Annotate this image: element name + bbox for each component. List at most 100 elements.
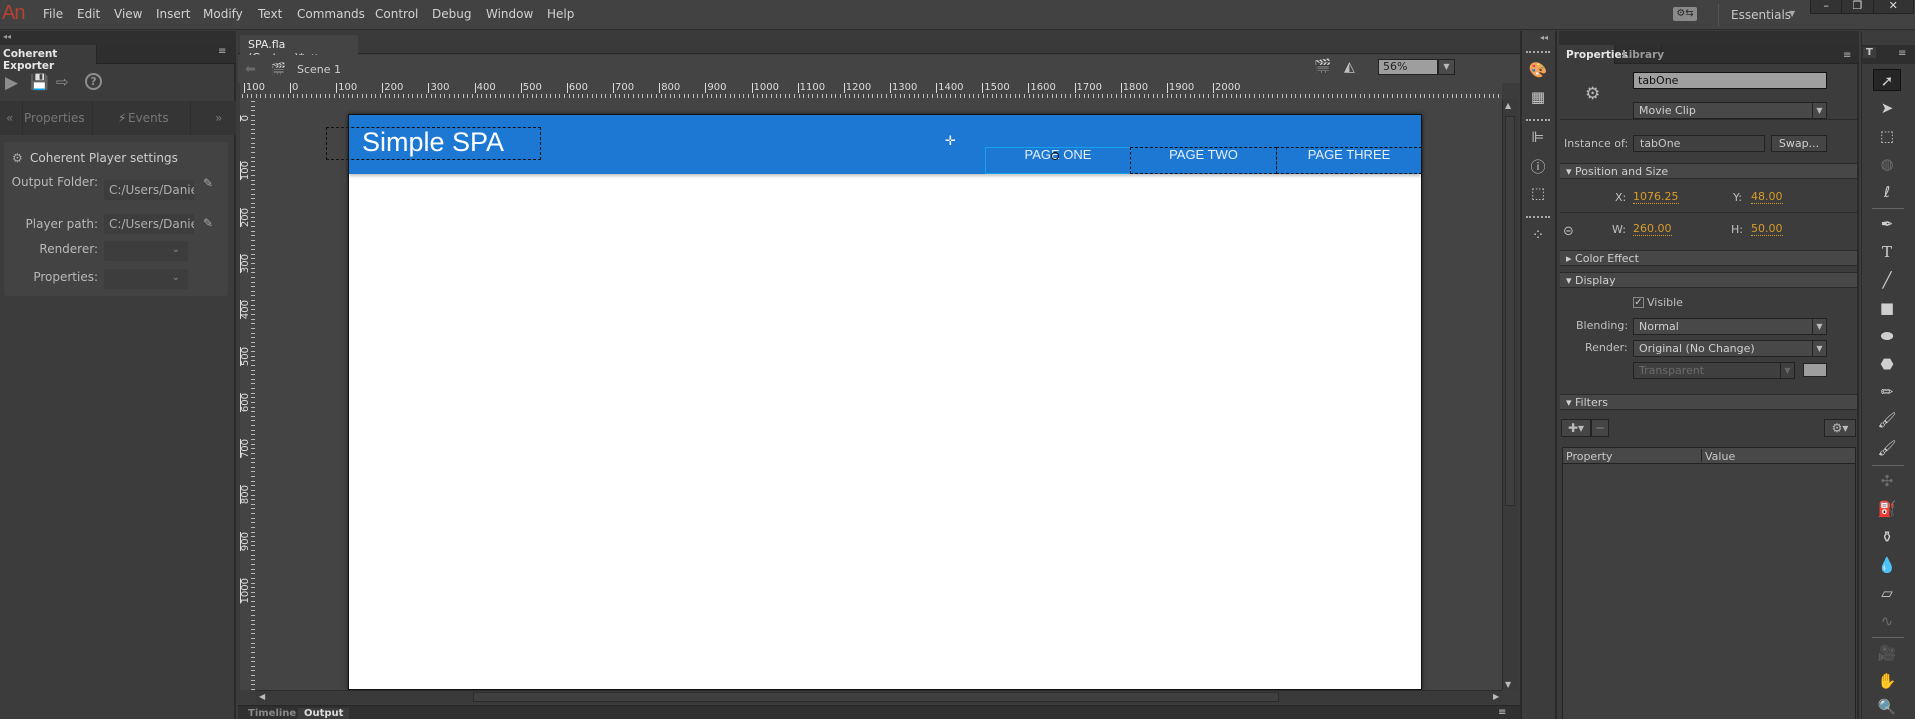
eraser-tool[interactable]: ▱ bbox=[1873, 582, 1901, 604]
subtab-next-button[interactable]: » bbox=[215, 111, 222, 125]
swatches-icon[interactable]: ▦ bbox=[1527, 88, 1549, 106]
zoom-input[interactable]: 56% bbox=[1378, 59, 1438, 75]
minimize-button[interactable]: – bbox=[1811, 0, 1843, 13]
close-button[interactable]: ✕ bbox=[1874, 0, 1913, 13]
panel-menu-icon[interactable]: ≡ bbox=[1898, 48, 1906, 59]
horizontal-scroll-thumb[interactable] bbox=[473, 692, 1279, 702]
filter-options-button[interactable]: ⚙▾ bbox=[1824, 419, 1856, 437]
y-value[interactable]: 48.00 bbox=[1751, 191, 1783, 204]
menu-edit[interactable]: Edit bbox=[77, 7, 100, 21]
transform-point-icon[interactable] bbox=[1051, 152, 1059, 160]
restore-button[interactable]: ❐ bbox=[1842, 0, 1874, 13]
stage-tab-page-three[interactable]: PAGE THREE bbox=[1276, 147, 1422, 174]
subselection-tool[interactable]: ➤ bbox=[1873, 97, 1901, 119]
menu-insert[interactable]: Insert bbox=[156, 7, 190, 21]
edit-icon[interactable]: ✎ bbox=[203, 216, 213, 230]
subtab-prev-button[interactable]: « bbox=[6, 111, 13, 125]
scroll-right-icon[interactable]: ▶ bbox=[1493, 692, 1499, 701]
stage-title-text[interactable]: Simple SPA bbox=[362, 127, 504, 158]
tools-tab[interactable]: T bbox=[1863, 47, 1876, 58]
collapse-panel-button[interactable]: ◂◂ bbox=[0, 31, 236, 45]
oval-tool[interactable]: ⬬ bbox=[1873, 325, 1901, 347]
column-value[interactable]: Value bbox=[1705, 450, 1735, 463]
h-value[interactable]: 50.00 bbox=[1751, 223, 1783, 236]
panel-menu-icon[interactable]: ≡ bbox=[1498, 707, 1506, 718]
document-tab[interactable]: SPA.fla (Custom)*✖ bbox=[240, 35, 358, 64]
brush-tool[interactable]: 🖌 bbox=[1873, 437, 1901, 459]
edit-scene-icon[interactable]: 🎬 bbox=[1314, 59, 1331, 75]
renderer-select[interactable]: ⌄ bbox=[104, 241, 188, 261]
back-arrow-icon[interactable]: ⬅ bbox=[245, 62, 256, 77]
help-icon[interactable]: ? bbox=[85, 73, 102, 90]
menu-debug[interactable]: Debug bbox=[432, 7, 471, 21]
stage[interactable] bbox=[348, 114, 1422, 690]
transform-icon[interactable]: ⬚ bbox=[1527, 184, 1549, 202]
info-icon[interactable]: ⓘ bbox=[1527, 156, 1549, 177]
subtab-events[interactable]: Events bbox=[128, 111, 169, 125]
export-icon[interactable]: ⇨ bbox=[56, 73, 69, 91]
collapse-strip-icon[interactable]: ◂◂ bbox=[1540, 33, 1548, 42]
grip-handle[interactable] bbox=[1526, 51, 1550, 54]
tab-coherent-exporter[interactable]: Coherent Exporter bbox=[0, 45, 97, 72]
tab-properties[interactable]: Properties bbox=[1559, 45, 1628, 64]
column-property[interactable]: Property bbox=[1566, 450, 1613, 463]
paint-bucket-tool[interactable]: ⛽ bbox=[1873, 498, 1901, 520]
align-icon[interactable]: ⊫ bbox=[1527, 128, 1549, 146]
panel-menu-icon[interactable]: ≡ bbox=[218, 47, 226, 57]
color-effect-section[interactable]: ▸ Color Effect bbox=[1560, 250, 1857, 266]
properties-select[interactable]: ⌄ bbox=[104, 269, 188, 289]
rectangle-tool[interactable]: ■ bbox=[1873, 297, 1901, 319]
blending-select[interactable]: Normal ▼ bbox=[1633, 318, 1827, 335]
save-icon[interactable]: 💾 bbox=[30, 73, 49, 91]
workspace-switcher[interactable]: Essentials bbox=[1731, 8, 1791, 22]
selection-tool[interactable]: ➚ bbox=[1873, 69, 1901, 91]
motion-presets-icon[interactable]: ⁘ bbox=[1527, 226, 1549, 244]
panel-menu-icon[interactable]: ≡ bbox=[1843, 50, 1851, 61]
tab-library[interactable]: Library bbox=[1614, 45, 1664, 64]
color-palette-icon[interactable]: 🎨 bbox=[1527, 61, 1549, 79]
ink-bottle-tool[interactable]: ⚱ bbox=[1873, 526, 1901, 548]
tab-output[interactable]: Output bbox=[298, 708, 350, 719]
render-select[interactable]: Original (No Change) ▼ bbox=[1633, 340, 1827, 357]
menu-text[interactable]: Text bbox=[258, 7, 282, 21]
play-icon[interactable]: ▶ bbox=[5, 73, 18, 93]
grip-handle[interactable] bbox=[1526, 216, 1550, 219]
w-value[interactable]: 260.00 bbox=[1633, 223, 1672, 236]
scroll-left-icon[interactable]: ◀ bbox=[259, 692, 265, 701]
sync-settings-icon[interactable]: ⚙⇆ bbox=[1673, 7, 1697, 21]
menu-control[interactable]: Control bbox=[375, 7, 418, 21]
grip-handle[interactable] bbox=[1526, 119, 1550, 122]
paint-brush-tool[interactable]: 🖌 bbox=[1873, 409, 1901, 431]
filters-section[interactable]: ▾ Filters bbox=[1560, 394, 1857, 410]
camera-tool[interactable]: 🎥 bbox=[1873, 642, 1901, 664]
chevron-down-icon[interactable]: ▼ bbox=[1789, 9, 1795, 18]
free-transform-tool[interactable]: ⬚ bbox=[1873, 125, 1901, 147]
stage-tab-page-two[interactable]: PAGE TWO bbox=[1130, 147, 1277, 174]
x-value[interactable]: 1076.25 bbox=[1633, 191, 1679, 204]
scroll-up-icon[interactable]: ▲ bbox=[1505, 101, 1511, 110]
text-tool[interactable]: T bbox=[1873, 241, 1901, 263]
polystar-tool[interactable]: ⬣ bbox=[1873, 353, 1901, 375]
swap-button[interactable]: Swap... bbox=[1771, 135, 1827, 152]
symbol-type-select[interactable]: Movie Clip ▼ bbox=[1633, 102, 1827, 119]
display-section[interactable]: ▾ Display bbox=[1560, 272, 1857, 288]
menu-window[interactable]: Window bbox=[486, 7, 533, 21]
menu-modify[interactable]: Modify bbox=[203, 7, 243, 21]
subtab-properties[interactable]: Properties bbox=[24, 111, 85, 125]
menu-commands[interactable]: Commands bbox=[297, 7, 365, 21]
position-size-section[interactable]: ▾ Position and Size bbox=[1560, 163, 1857, 179]
line-tool[interactable]: ╱ bbox=[1873, 269, 1901, 291]
edit-symbols-icon[interactable]: ◭ bbox=[1344, 59, 1355, 75]
stage-tab-page-one[interactable]: PAGE ONE bbox=[985, 147, 1131, 174]
pen-tool[interactable]: ✒ bbox=[1873, 213, 1901, 235]
hand-tool[interactable]: ✋ bbox=[1873, 670, 1901, 692]
scroll-down-icon[interactable]: ▼ bbox=[1505, 680, 1511, 689]
player-path-field[interactable]: C:/Users/Daniel bbox=[104, 214, 194, 234]
output-folder-field[interactable]: C:/Users/Daniel bbox=[104, 180, 194, 200]
eyedropper-tool[interactable]: 💧 bbox=[1873, 554, 1901, 576]
zoom-tool[interactable]: 🔍 bbox=[1873, 696, 1901, 718]
edit-icon[interactable]: ✎ bbox=[203, 176, 213, 190]
add-filter-button[interactable]: ✚▾ bbox=[1561, 419, 1591, 437]
vertical-scroll-thumb[interactable] bbox=[1505, 116, 1515, 506]
lasso-tool[interactable]: ℓ bbox=[1873, 181, 1901, 203]
